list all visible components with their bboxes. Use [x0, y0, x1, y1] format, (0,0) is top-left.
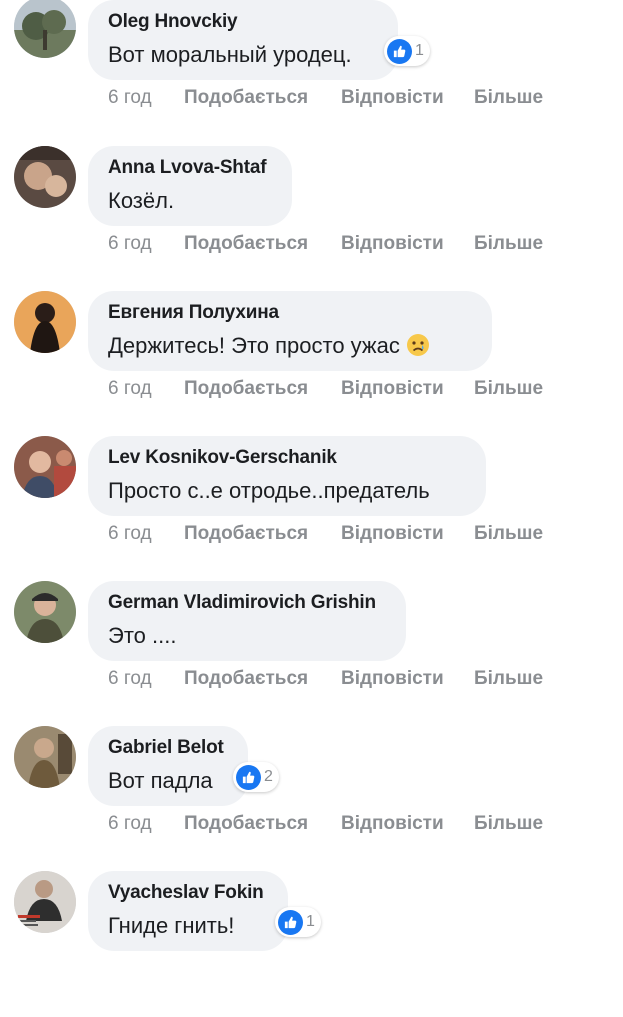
comment-bubble: Евгения Полухина Держитесь! Это просто у… [88, 291, 492, 371]
comment-author[interactable]: German Vladimirovich Grishin [108, 591, 386, 615]
comment: Gabriel Belot Вот падла 2 6 год Подобаєт… [0, 726, 623, 872]
more-link[interactable]: Більше [474, 377, 543, 401]
comment-author[interactable]: Vyacheslav Fokin [108, 881, 268, 905]
more-link[interactable]: Більше [474, 86, 543, 110]
comment-bubble: Vyacheslav Fokin Гниде гнить! [88, 871, 288, 951]
comment-bubble: Oleg Hnovckiy Вот моральный уродец. [88, 0, 398, 80]
comment-author[interactable]: Anna Lvova-Shtaf [108, 156, 272, 180]
like-icon [236, 764, 261, 790]
reply-link[interactable]: Відповісти [341, 812, 444, 836]
reaction-badge[interactable]: 1 [384, 36, 430, 66]
reply-link[interactable]: Відповісти [341, 377, 444, 401]
avatar[interactable] [14, 436, 76, 498]
reply-link[interactable]: Відповісти [341, 86, 444, 110]
comment-author[interactable]: Gabriel Belot [108, 736, 228, 760]
comment-timestamp[interactable]: 6 год [108, 522, 152, 546]
comment-timestamp[interactable]: 6 год [108, 232, 152, 256]
comment-text: Держитесь! Это просто ужас [108, 331, 472, 361]
reaction-count: 1 [415, 42, 424, 59]
comment: Lev Kosnikov-Gerschanik Просто с..е отро… [0, 436, 623, 582]
like-icon [387, 38, 412, 64]
more-link[interactable]: Більше [474, 667, 543, 691]
comment-text-content: Держитесь! Это просто ужас [108, 333, 400, 358]
more-link[interactable]: Більше [474, 812, 543, 836]
comment-author[interactable]: Lev Kosnikov-Gerschanik [108, 446, 466, 470]
more-link[interactable]: Більше [474, 522, 543, 546]
comment-timestamp[interactable]: 6 год [108, 812, 152, 836]
comment: Евгения Полухина Держитесь! Это просто у… [0, 291, 623, 437]
comment-bubble: Anna Lvova-Shtaf Козёл. [88, 146, 292, 226]
comment: German Vladimirovich Grishin Это .... 6 … [0, 581, 623, 727]
avatar[interactable] [14, 726, 76, 788]
comment-bubble: Gabriel Belot Вот падла [88, 726, 248, 806]
comment-bubble: Lev Kosnikov-Gerschanik Просто с..е отро… [88, 436, 486, 516]
comment-timestamp[interactable]: 6 год [108, 86, 152, 110]
more-link[interactable]: Більше [474, 232, 543, 256]
comment-author[interactable]: Евгения Полухина [108, 301, 472, 325]
reply-link[interactable]: Відповісти [341, 667, 444, 691]
reaction-count: 1 [306, 913, 315, 930]
reaction-badge[interactable]: 1 [275, 907, 321, 937]
comment: Anna Lvova-Shtaf Козёл. 6 год Подобаєтьс… [0, 146, 623, 292]
avatar[interactable] [14, 291, 76, 353]
reaction-badge[interactable]: 2 [233, 762, 279, 792]
comment-text: Просто с..е отродье..предатель [108, 478, 430, 503]
comment-author[interactable]: Oleg Hnovckiy [108, 10, 378, 34]
reaction-count: 2 [264, 768, 273, 785]
avatar[interactable] [14, 0, 76, 58]
like-link[interactable]: Подобається [184, 812, 308, 836]
comment-text: Вот моральный уродец. [108, 42, 352, 67]
reply-link[interactable]: Відповісти [341, 232, 444, 256]
avatar[interactable] [14, 871, 76, 933]
sad-face-emoji [406, 334, 429, 356]
like-link[interactable]: Подобається [184, 667, 308, 691]
like-link[interactable]: Подобається [184, 232, 308, 256]
comment: Oleg Hnovckiy Вот моральный уродец. 1 6 … [0, 0, 623, 146]
comment: Vyacheslav Fokin Гниде гнить! 1 [0, 871, 623, 1017]
like-icon [278, 909, 303, 935]
like-link[interactable]: Подобається [184, 377, 308, 401]
comment-timestamp[interactable]: 6 год [108, 667, 152, 691]
like-link[interactable]: Подобається [184, 522, 308, 546]
comment-text: Это .... [108, 623, 177, 648]
comment-bubble: German Vladimirovich Grishin Это .... [88, 581, 406, 661]
comment-text: Гниде гнить! [108, 913, 235, 938]
comment-text: Козёл. [108, 188, 175, 213]
comment-text: Вот падла [108, 768, 213, 793]
avatar[interactable] [14, 146, 76, 208]
avatar[interactable] [14, 581, 76, 643]
comment-timestamp[interactable]: 6 год [108, 377, 152, 401]
reply-link[interactable]: Відповісти [341, 522, 444, 546]
like-link[interactable]: Подобається [184, 86, 308, 110]
